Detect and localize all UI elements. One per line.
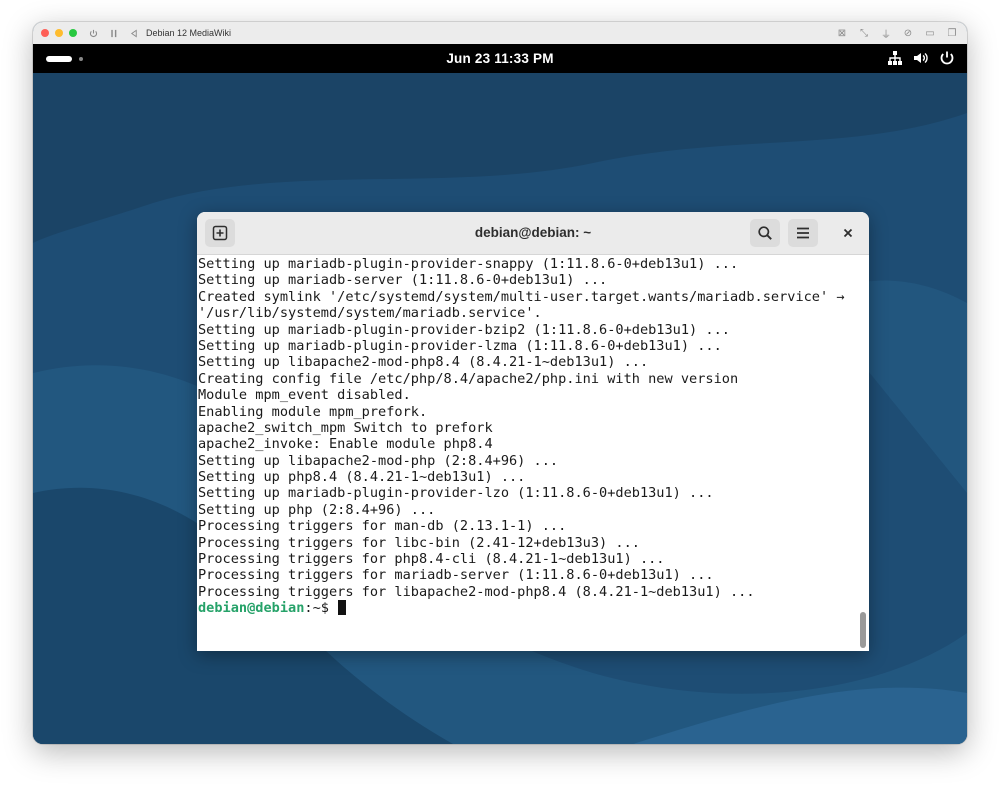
terminal-line: Created symlink '/etc/systemd/system/mul… xyxy=(198,288,845,305)
minimize-window-button[interactable] xyxy=(55,29,63,37)
usb-icon[interactable]: ⏚ xyxy=(881,26,891,41)
search-button[interactable] xyxy=(750,219,780,247)
folder-icon[interactable]: ▭ xyxy=(925,28,935,39)
network-icon[interactable] xyxy=(886,49,903,66)
zoom-window-button[interactable] xyxy=(69,29,77,37)
terminal-header[interactable]: debian@debian: ~ xyxy=(197,212,869,255)
terminal-line: Module mpm_event disabled. xyxy=(198,387,411,404)
terminal-scrollbar[interactable] xyxy=(860,612,866,648)
shell-prompt-line[interactable]: debian@debian:~$ xyxy=(198,600,869,616)
terminal-line: '/usr/lib/systemd/system/mariadb.service… xyxy=(198,305,542,322)
terminal-line: Processing triggers for mariadb-server (… xyxy=(198,567,714,584)
terminal-close-button[interactable] xyxy=(839,224,857,242)
terminal-line: Setting up php (2:8.4+96) ... xyxy=(198,501,436,518)
terminal-line: Setting up php8.4 (8.4.21-1~deb13u1) ... xyxy=(198,469,526,486)
hamburger-menu-icon xyxy=(797,227,809,239)
terminal-line: Processing triggers for libc-bin (2.41-1… xyxy=(198,534,640,551)
terminal-line: Creating config file /etc/php/8.4/apache… xyxy=(198,370,739,387)
terminal-line: Setting up mariadb-plugin-provider-lzma … xyxy=(198,337,722,354)
volume-icon[interactable] xyxy=(912,49,929,66)
terminal-window[interactable]: debian@debian: ~ Setting up mariadb-plug… xyxy=(197,212,869,651)
windows-icon[interactable]: ❐ xyxy=(947,28,957,39)
disc-icon[interactable]: ⊘ xyxy=(903,28,913,39)
terminal-line: Processing triggers for man-db (2.13.1-1… xyxy=(198,518,567,535)
text-cursor xyxy=(338,600,347,616)
system-tray[interactable] xyxy=(886,49,955,66)
vm-title: Debian 12 MediaWiki xyxy=(146,28,232,38)
vm-window: Debian 12 MediaWiki ⊠ ⤡ ⏚ ⊘ ▭ ❐ Jun 23 1… xyxy=(33,22,967,744)
search-icon xyxy=(758,226,772,240)
terminal-line: Setting up mariadb-server (1:11.8.6-0+de… xyxy=(198,272,608,289)
gnome-top-bar: Jun 23 11:33 PM xyxy=(33,44,967,73)
terminal-line: Setting up mariadb-plugin-provider-lzo (… xyxy=(198,485,714,502)
terminal-line: Enabling module mpm_prefork. xyxy=(198,403,428,420)
close-icon xyxy=(843,228,853,238)
power-icon[interactable] xyxy=(938,49,955,66)
prompt-path: :~$ xyxy=(304,600,338,617)
pause-icon[interactable] xyxy=(110,29,118,38)
prompt-user: debian@debian xyxy=(198,600,305,617)
terminal-line: Processing triggers for libapache2-mod-p… xyxy=(198,583,755,600)
terminal-output[interactable]: Setting up mariadb-plugin-provider-snapp… xyxy=(197,255,869,651)
back-icon[interactable] xyxy=(130,28,138,38)
terminal-line: Processing triggers for php8.4-cli (8.4.… xyxy=(198,551,665,568)
terminal-line: Setting up mariadb-plugin-provider-snapp… xyxy=(198,256,739,272)
terminal-line: Setting up mariadb-plugin-provider-bzip2… xyxy=(198,321,730,338)
terminal-line: apache2_invoke: Enable module php8.4 xyxy=(198,436,493,453)
power-icon[interactable] xyxy=(89,29,98,38)
menu-button[interactable] xyxy=(788,219,818,247)
close-window-button[interactable] xyxy=(41,29,49,37)
vm-titlebar: Debian 12 MediaWiki ⊠ ⤡ ⏚ ⊘ ▭ ❐ xyxy=(33,22,967,45)
terminal-line: Setting up libapache2-mod-php8.4 (8.4.21… xyxy=(198,354,649,371)
window-controls xyxy=(41,29,77,37)
snapshot-icon[interactable]: ⊠ xyxy=(837,28,847,39)
terminal-line: Setting up libapache2-mod-php (2:8.4+96)… xyxy=(198,452,559,469)
resize-icon[interactable]: ⤡ xyxy=(859,28,869,39)
clock[interactable]: Jun 23 11:33 PM xyxy=(33,51,967,66)
terminal-line: apache2_switch_mpm Switch to prefork xyxy=(198,419,493,436)
